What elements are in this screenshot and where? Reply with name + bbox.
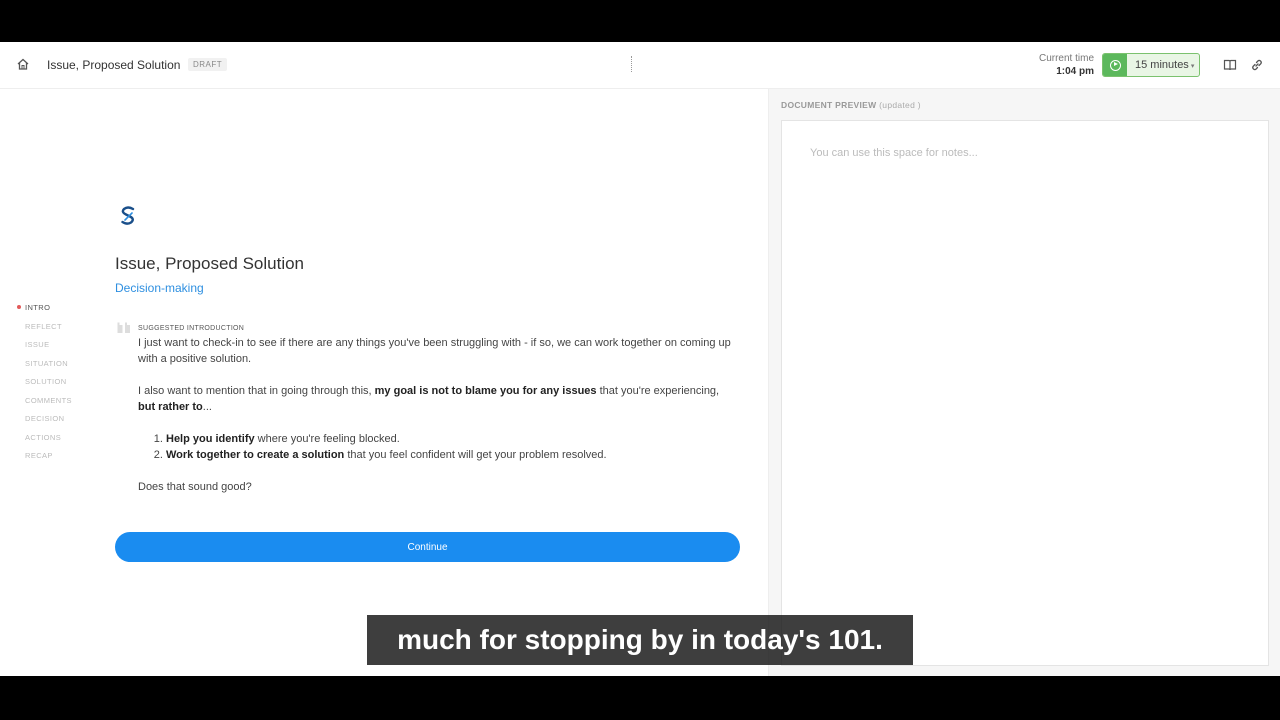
step-recap[interactable]: RECAP (17, 451, 97, 470)
goals-list: Help you identify where you're feeling b… (166, 431, 738, 463)
current-time-label: Current time (1038, 53, 1094, 64)
draft-badge: DRAFT (188, 58, 228, 71)
timer-duration-value: 15 minutes (1135, 59, 1189, 71)
text-span: that you feel confident will get your pr… (344, 449, 607, 461)
step-comments[interactable]: COMMENTS (17, 396, 97, 415)
current-time-value: 1:04 pm (1056, 66, 1094, 77)
steps-nav: INTRO REFLECT ISSUE SITUATION SOLUTION C… (17, 303, 97, 470)
top-header: Issue, Proposed Solution DRAFT Current t… (0, 42, 1280, 89)
timer-play-button[interactable] (1103, 54, 1127, 76)
step-issue[interactable]: ISSUE (17, 340, 97, 359)
page-title: Issue, Proposed Solution (115, 254, 305, 273)
chevron-down-icon: ▾ (1190, 63, 1195, 70)
list-item: Help you identify where you're feeling b… (166, 431, 738, 447)
continue-button[interactable]: Continue (115, 532, 740, 562)
step-decision[interactable]: DECISION (17, 414, 97, 433)
step-solution[interactable]: SOLUTION (17, 377, 97, 396)
step-reflect[interactable]: REFLECT (17, 322, 97, 341)
category-link[interactable]: Decision-making (115, 281, 204, 295)
bold-span: Work together to create a solution (166, 449, 345, 461)
notes-input[interactable] (782, 121, 1268, 665)
preview-updated-text: (updated ) (879, 100, 921, 110)
text-span: where you're feeling blocked. (254, 433, 400, 445)
center-divider (631, 56, 632, 72)
intro-paragraph-2: I also want to mention that in going thr… (138, 383, 738, 415)
play-icon (1109, 59, 1121, 71)
app-logo-icon (121, 206, 135, 225)
intro-paragraph-1: I just want to check-in to see if there … (138, 337, 731, 365)
app-frame: Issue, Proposed Solution DRAFT Current t… (0, 42, 1280, 676)
document-title: Issue, Proposed Solution (47, 58, 181, 72)
meeting-timer: 15 minutes ▾ (1102, 53, 1200, 77)
text-span: that you're experiencing, (596, 385, 720, 397)
list-item: Work together to create a solution that … (166, 447, 738, 463)
section-label: SUGGESTED INTRODUCTION (138, 325, 245, 332)
notes-area (781, 120, 1269, 666)
link-icon[interactable] (1250, 58, 1264, 72)
step-situation[interactable]: SITUATION (17, 359, 97, 378)
intro-text: I just want to check-in to see if there … (138, 335, 738, 511)
timer-duration-select[interactable]: 15 minutes ▾ (1135, 59, 1194, 71)
bold-span: but rather to (138, 401, 203, 413)
document-preview-panel: DOCUMENT PREVIEW (updated ) (768, 89, 1280, 676)
quote-icon (117, 322, 130, 333)
preview-label-text: DOCUMENT PREVIEW (781, 100, 877, 110)
text-span: ... (202, 401, 212, 413)
intro-paragraph-3: Does that sound good? (138, 481, 252, 493)
step-intro[interactable]: INTRO (17, 303, 97, 322)
bold-span: Help you identify (166, 433, 255, 445)
video-caption: much for stopping by in today's 101. (367, 615, 913, 665)
bold-span: my goal is not to blame you for any issu… (374, 385, 597, 397)
preview-label: DOCUMENT PREVIEW (updated ) (781, 100, 921, 110)
home-icon[interactable] (16, 57, 30, 71)
step-actions[interactable]: ACTIONS (17, 433, 97, 452)
book-icon[interactable] (1223, 58, 1237, 72)
text-span: I also want to mention that in going thr… (138, 385, 375, 397)
